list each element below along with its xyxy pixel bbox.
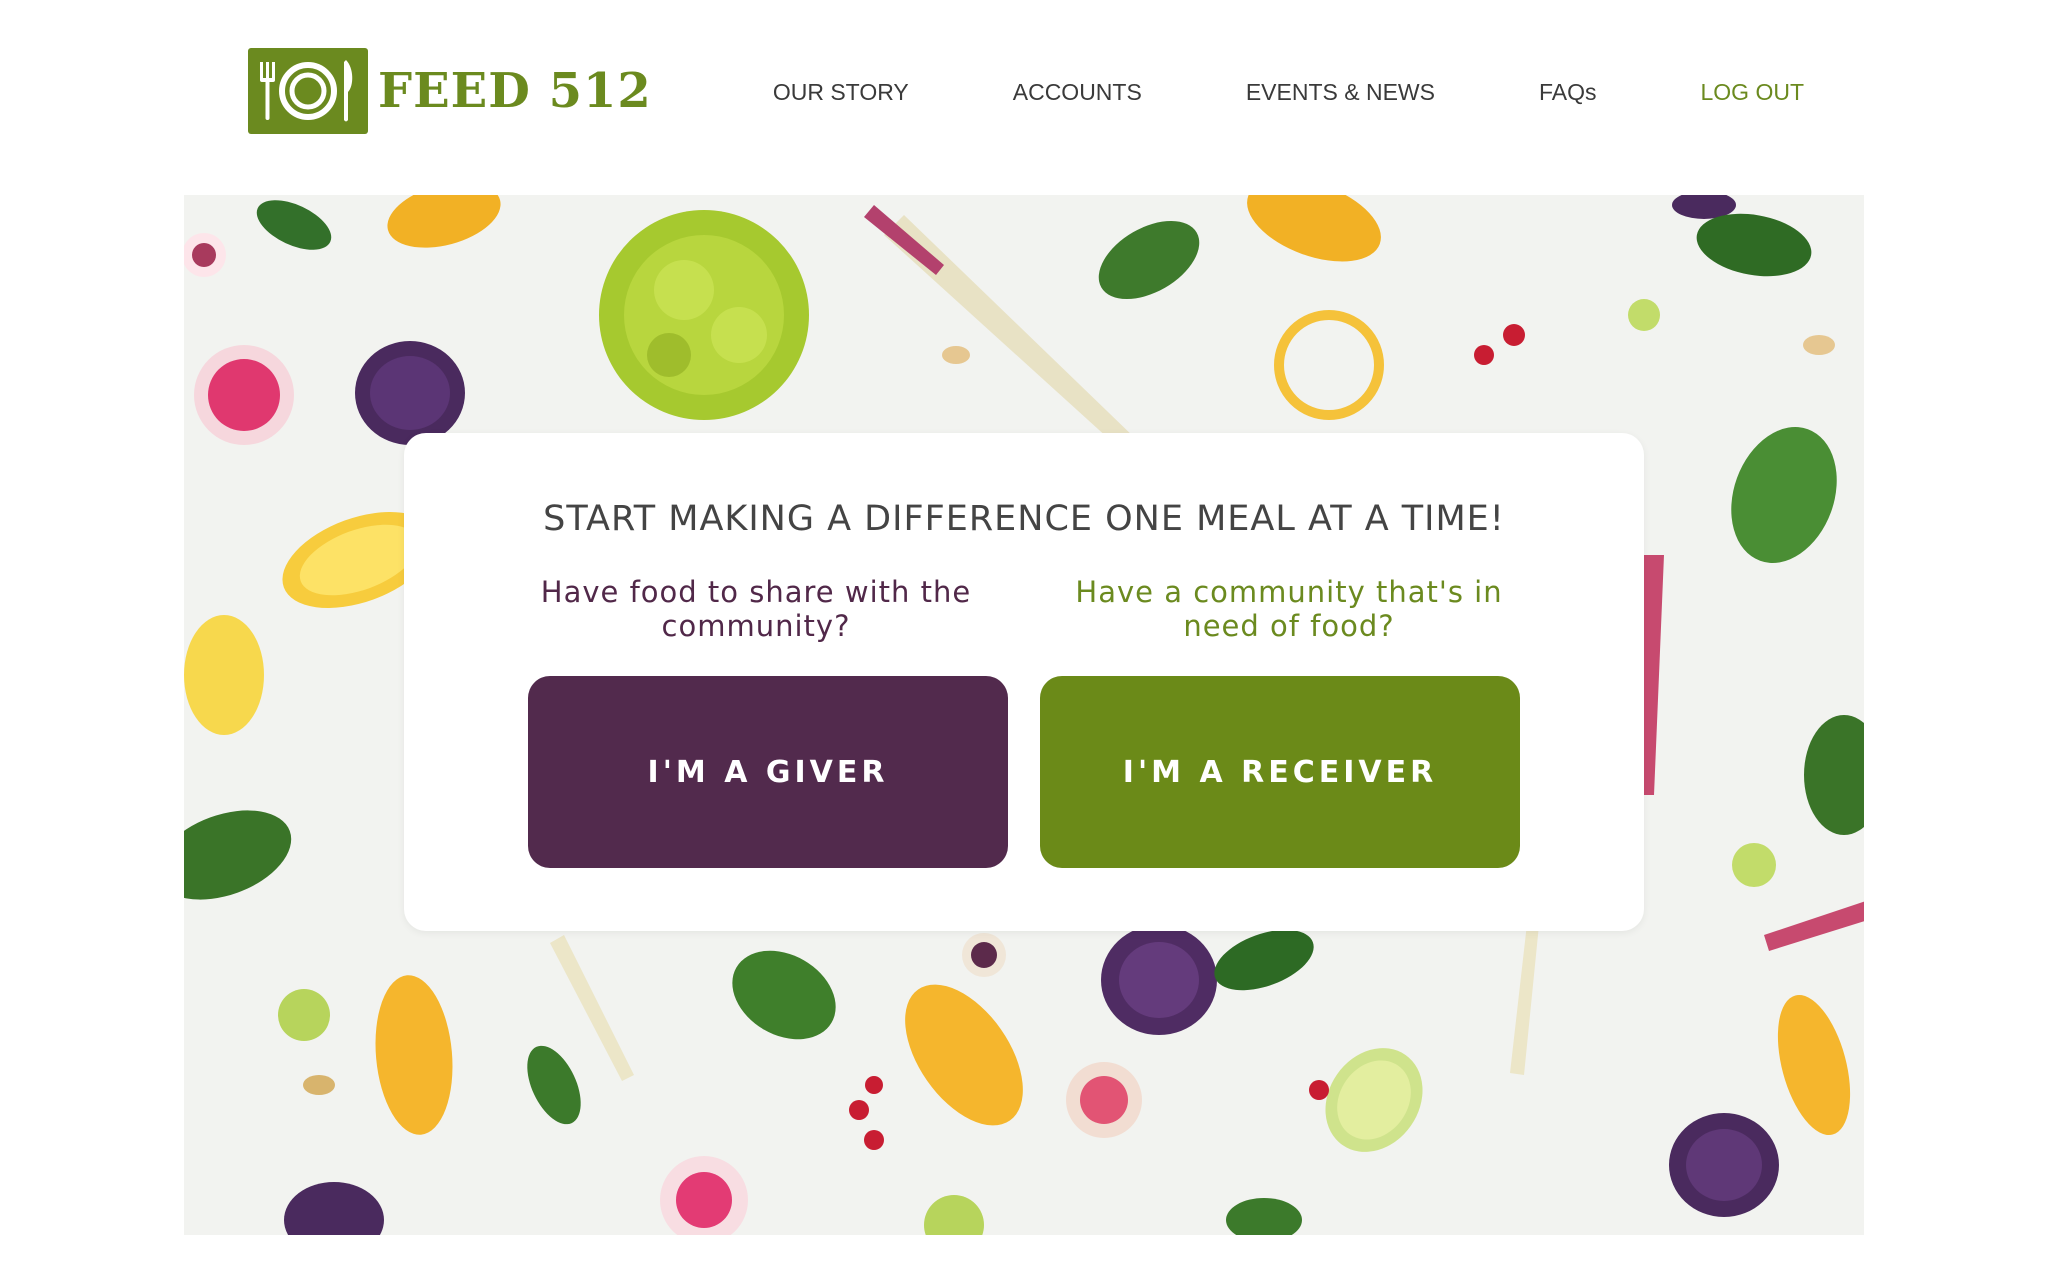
giver-button[interactable]: I'M A GIVER xyxy=(528,676,1008,868)
brand-name: FEED 512 xyxy=(378,63,652,119)
nav-log-out[interactable]: LOG OUT xyxy=(1648,79,1820,106)
card-title: START MAKING A DIFFERENCE ONE MEAL AT A … xyxy=(543,499,1505,539)
giver-prompt: Have food to share with the community? xyxy=(540,575,972,643)
plate-fork-knife-icon xyxy=(248,48,368,134)
call-to-action-card: START MAKING A DIFFERENCE ONE MEAL AT A … xyxy=(404,433,1644,931)
nav-accounts[interactable]: ACCOUNTS xyxy=(961,79,1194,106)
page: FEED 512 OUR STORY ACCOUNTS EVENTS & NEW… xyxy=(0,0,2048,1280)
main-nav: OUR STORY ACCOUNTS EVENTS & NEWS FAQs LO… xyxy=(773,72,1820,112)
nav-events-news[interactable]: EVENTS & NEWS xyxy=(1194,79,1487,106)
receiver-prompt: Have a community that's in need of food? xyxy=(1075,575,1503,643)
brand-logo[interactable]: FEED 512 xyxy=(248,48,652,134)
nav-our-story[interactable]: OUR STORY xyxy=(721,79,961,106)
receiver-button[interactable]: I'M A RECEIVER xyxy=(1040,676,1520,868)
nav-faqs[interactable]: FAQs xyxy=(1487,79,1649,106)
